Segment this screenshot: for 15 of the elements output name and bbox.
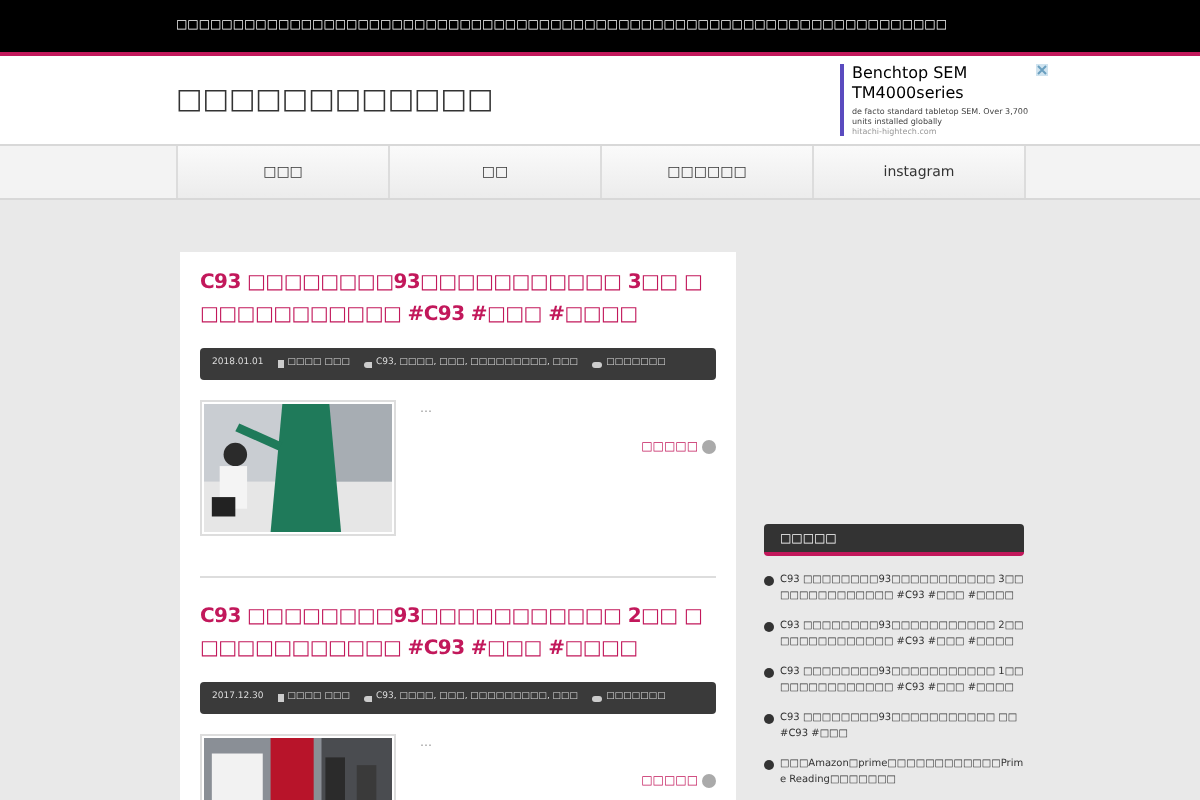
bullet-icon: [764, 760, 774, 770]
folder-icon: [277, 360, 284, 368]
site-title[interactable]: □□□□□□□□□□□□: [176, 79, 494, 121]
tag-icon: [363, 361, 372, 367]
comment-icon: [592, 361, 603, 367]
bullet-icon: [764, 668, 774, 678]
ad-title: Benchtop SEM TM4000series: [852, 64, 970, 104]
folder-icon: [277, 694, 284, 702]
tag-icon: [363, 695, 372, 701]
comment-icon: [592, 695, 603, 701]
bullet-icon: [764, 714, 774, 724]
post-title[interactable]: C93 □□□□□□□□93□□□□□□□□□□□ 3□□ □□□□□□□□□□□□ #C93 #□□□ #□□□□: [200, 268, 716, 332]
bullet-icon: [764, 576, 774, 586]
bullet-icon: [764, 622, 774, 632]
post-title[interactable]: C93 □□□□□□□□93□□□□□□□□□□□ 2□□ □□□□□□□□□□□□ #C93 #□□□ #□□□□: [200, 602, 716, 666]
